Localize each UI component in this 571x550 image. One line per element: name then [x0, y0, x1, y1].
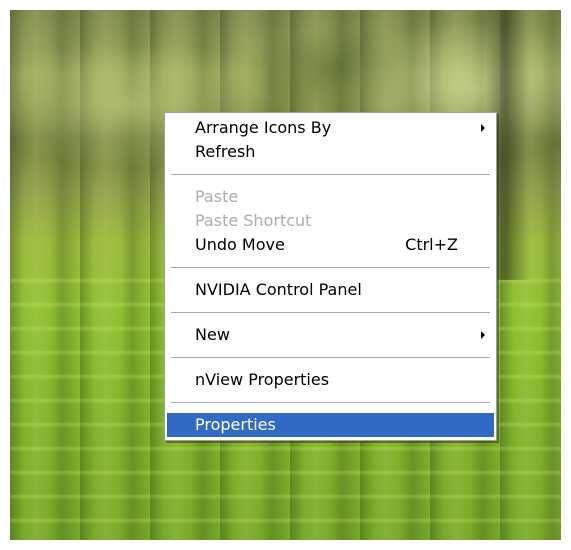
menu-item-new[interactable]: New: [167, 323, 494, 347]
menu-item-label: Paste: [195, 187, 239, 206]
menu-item-label: Arrange Icons By: [195, 118, 332, 137]
menu-item-label: NVIDIA Control Panel: [195, 280, 362, 299]
menu-item-properties[interactable]: Properties: [167, 413, 494, 437]
menu-item-undo-move[interactable]: Undo Move Ctrl+Z: [167, 233, 494, 257]
submenu-arrow-icon: [481, 124, 485, 132]
menu-item-label: Properties: [195, 415, 276, 434]
menu-item-label: Undo Move: [195, 235, 285, 254]
submenu-arrow-icon: [481, 331, 485, 339]
menu-item-refresh[interactable]: Refresh: [167, 140, 494, 164]
menu-item-label: New: [195, 325, 230, 344]
menu-item-label: Refresh: [195, 142, 256, 161]
menu-item-label: nView Properties: [195, 370, 330, 389]
desktop-context-menu: Arrange Icons By Refresh Paste Paste Sho…: [164, 112, 497, 441]
menu-item-shortcut: Ctrl+Z: [405, 235, 458, 254]
menu-item-label: Paste Shortcut: [195, 211, 312, 230]
menu-separator: [171, 402, 490, 403]
menu-item-nview-properties[interactable]: nView Properties: [167, 368, 494, 392]
menu-item-paste: Paste: [167, 185, 494, 209]
menu-item-arrange-icons-by[interactable]: Arrange Icons By: [167, 116, 494, 140]
menu-separator: [171, 174, 490, 175]
menu-separator: [171, 312, 490, 313]
menu-separator: [171, 357, 490, 358]
menu-separator: [171, 267, 490, 268]
menu-item-nvidia-control-panel[interactable]: NVIDIA Control Panel: [167, 278, 494, 302]
menu-item-paste-shortcut: Paste Shortcut: [167, 209, 494, 233]
